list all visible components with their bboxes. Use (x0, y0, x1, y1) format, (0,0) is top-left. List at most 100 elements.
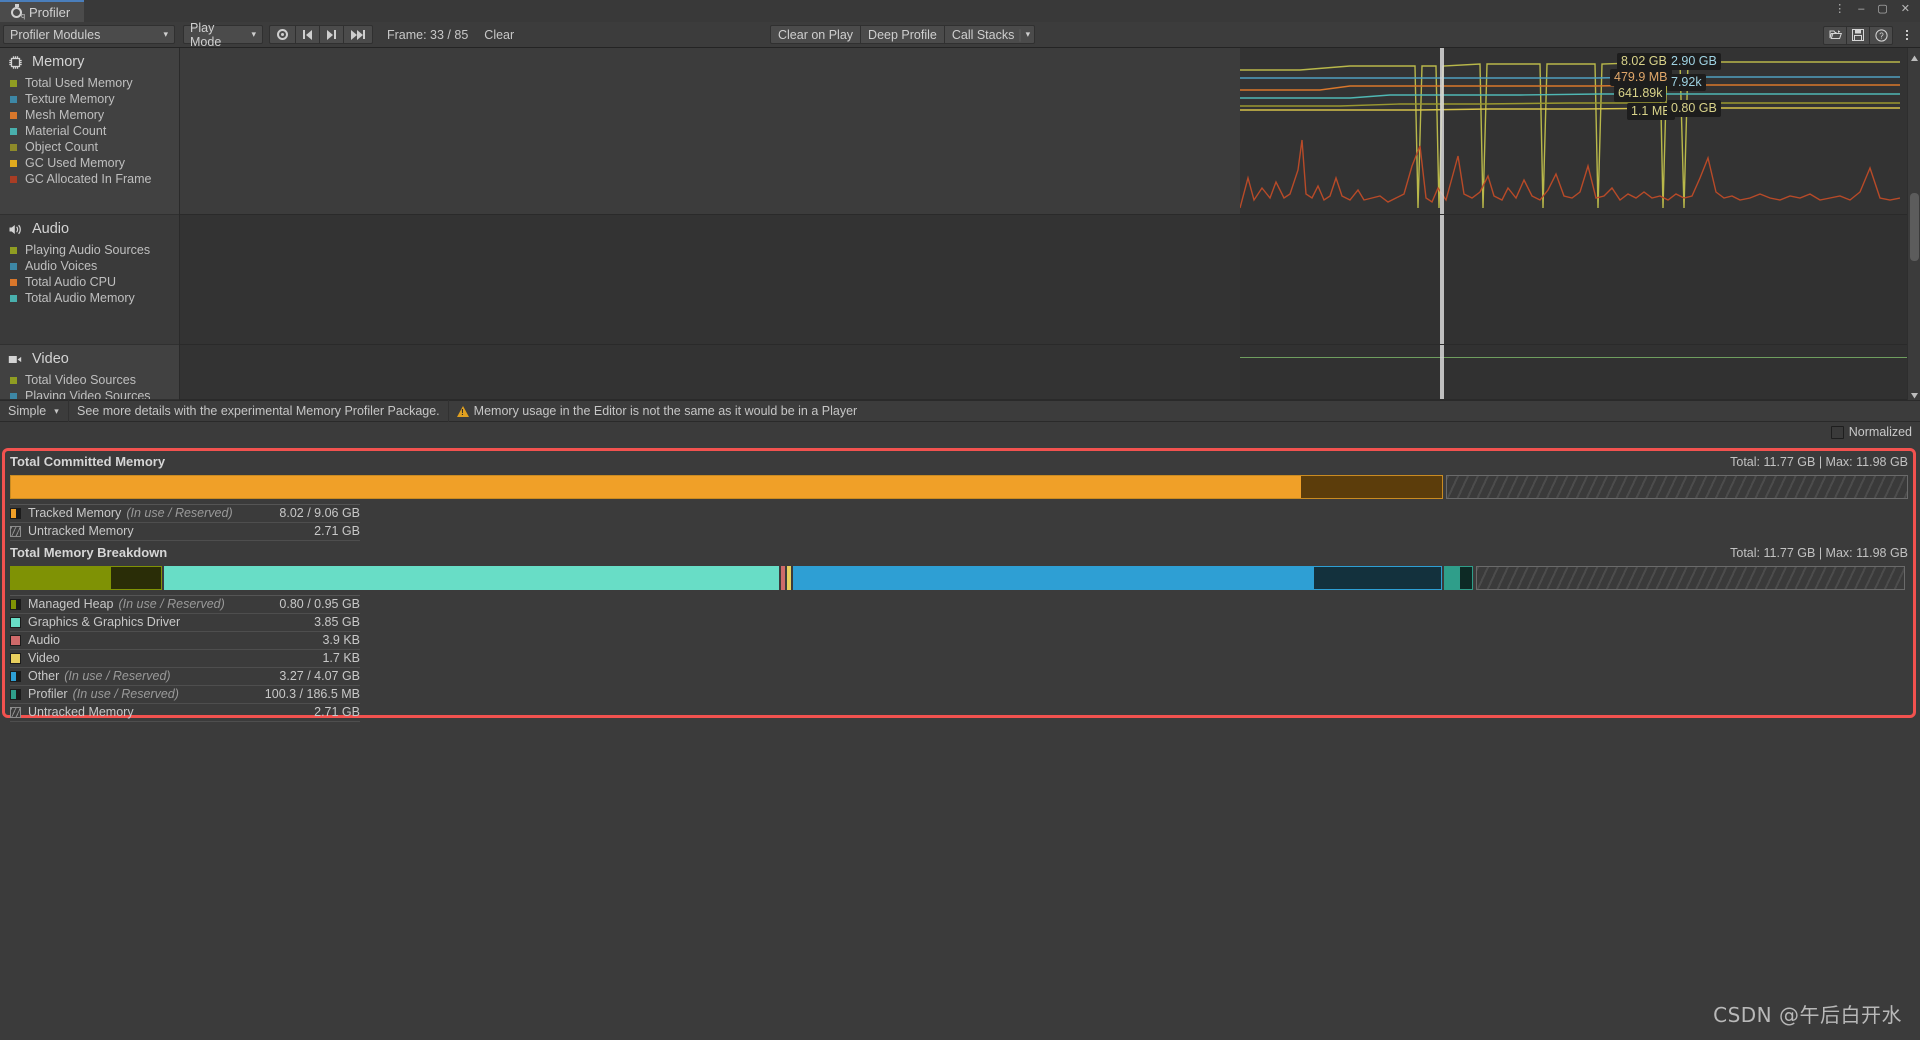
counter-gc-allocated-in-frame[interactable]: GC Allocated In Frame (0, 171, 179, 187)
color-swatch (10, 526, 21, 537)
window-minimize-button[interactable]: – (1858, 3, 1864, 15)
color-swatch (10, 689, 21, 700)
frame-playhead[interactable] (1440, 345, 1444, 399)
bar-segment-untracked-memory[interactable] (1476, 566, 1905, 590)
window-close-button[interactable]: ✕ (1901, 3, 1910, 15)
profiler-modules-dropdown[interactable]: Profiler Modules ▾ (3, 25, 175, 44)
committed-total: Total: 11.77 GB | Max: 11.98 GB (1730, 455, 1908, 469)
bar-segment-audio[interactable] (781, 566, 785, 590)
color-swatch (10, 80, 17, 87)
module-video[interactable]: Video Total Video Sources Playing Video … (0, 345, 179, 400)
normalized-toggle[interactable]: Normalized (1831, 425, 1912, 439)
tab-profiler[interactable]: q Profiler (0, 0, 84, 22)
legend-value: 8.02 / 9.06 GB (279, 505, 360, 522)
memory-chart[interactable]: 8.02 GB 2.90 GB 479.9 MB 7.92k 641.89k 1… (180, 48, 1920, 215)
help-icon[interactable]: ? (1869, 26, 1893, 45)
committed-memory-bar[interactable] (10, 475, 1908, 499)
frame-playhead[interactable] (1440, 215, 1444, 344)
tooltip-texture-memory: 2.90 GB (1667, 53, 1721, 70)
counter-total-used-memory[interactable]: Total Used Memory (0, 75, 179, 91)
bar-segment-graphics[interactable] (164, 566, 779, 590)
bar-fill-in-use (11, 476, 1301, 498)
color-swatch (10, 599, 21, 610)
counter-playing-audio-sources[interactable]: Playing Audio Sources (0, 242, 179, 258)
module-audio[interactable]: Audio Playing Audio Sources Audio Voices… (0, 215, 179, 345)
legend-label: Audio (28, 632, 60, 649)
memory-chart-plot (1240, 48, 1907, 214)
total-memory-breakdown-section: Total Memory Breakdown Total: 11.77 GB |… (10, 545, 1908, 722)
legend-row-graphics[interactable]: Graphics & Graphics Driver 3.85 GB (10, 614, 360, 631)
counter-material-count[interactable]: Material Count (0, 123, 179, 139)
color-swatch (10, 508, 21, 519)
legend-row-untracked-memory[interactable]: Untracked Memory 2.71 GB (10, 704, 360, 721)
color-swatch (10, 247, 17, 254)
previous-frame-button[interactable] (319, 25, 344, 44)
bar-segment-managed-heap[interactable] (10, 566, 162, 590)
deep-profile-toggle[interactable]: Deep Profile (860, 25, 945, 44)
window-menu-icon[interactable]: ⋮ (1834, 3, 1845, 15)
profiler-toolbar: Profiler Modules ▾ Play Mode ▾ (0, 22, 1920, 48)
clear-on-play-toggle[interactable]: Clear on Play (770, 25, 861, 44)
counter-playing-video-sources[interactable]: Playing Video Sources (0, 388, 179, 400)
tooltip-total-used-memory: 8.02 GB (1617, 53, 1671, 70)
clear-button[interactable]: Clear (476, 28, 522, 42)
legend-note: (In use / Reserved) (126, 505, 232, 522)
charts-vertical-scrollbar[interactable] (1907, 48, 1920, 400)
counter-gc-used-memory[interactable]: GC Used Memory (0, 155, 179, 171)
more-options-icon[interactable] (1898, 24, 1916, 46)
legend-row-tracked-memory[interactable]: Tracked Memory (In use / Reserved) 8.02 … (10, 505, 360, 522)
next-frame-button[interactable] (343, 25, 373, 44)
next-frame-icon (351, 30, 365, 40)
legend-note: (In use / Reserved) (118, 596, 224, 613)
video-chart[interactable] (180, 345, 1920, 400)
counter-object-count[interactable]: Object Count (0, 139, 179, 155)
scrollbar-thumb[interactable] (1910, 193, 1919, 261)
color-swatch (10, 263, 17, 270)
module-audio-header: Audio (0, 215, 179, 242)
counter-total-audio-cpu[interactable]: Total Audio CPU (0, 274, 179, 290)
window-maximize-button[interactable]: ▢ (1877, 3, 1887, 15)
scroll-down-icon[interactable] (1910, 388, 1919, 397)
counter-label: Total Audio Memory (25, 291, 135, 305)
first-frame-button[interactable] (295, 25, 320, 44)
counter-label: Playing Audio Sources (25, 243, 150, 257)
bar-segment-tracked-memory[interactable] (10, 475, 1443, 499)
module-memory-header: Memory (0, 48, 179, 75)
record-button[interactable] (269, 25, 296, 44)
color-swatch (10, 617, 21, 628)
counter-total-audio-memory[interactable]: Total Audio Memory (0, 290, 179, 306)
normalized-checkbox[interactable] (1831, 426, 1844, 439)
frame-playhead[interactable] (1440, 48, 1444, 214)
toolbar-right-icons: ? (1824, 22, 1916, 48)
legend-row-managed-heap[interactable]: Managed Heap (In use / Reserved) 0.80 / … (10, 596, 360, 613)
record-icon (277, 29, 288, 40)
counter-texture-memory[interactable]: Texture Memory (0, 91, 179, 107)
stopwatch-icon: q (10, 5, 24, 19)
counter-label: Mesh Memory (25, 108, 104, 122)
counter-mesh-memory[interactable]: Mesh Memory (0, 107, 179, 123)
play-mode-dropdown[interactable]: Play Mode ▾ (183, 25, 263, 44)
legend-row-other[interactable]: Other (In use / Reserved) 3.27 / 4.07 GB (10, 668, 360, 685)
audio-chart[interactable] (180, 215, 1920, 345)
legend-row-untracked-memory[interactable]: Untracked Memory 2.71 GB (10, 523, 360, 540)
bar-segment-untracked-memory[interactable] (1446, 475, 1908, 499)
counter-label: Material Count (25, 124, 106, 138)
watermark: CSDN @午后白开水 (1713, 999, 1902, 1028)
legend-row-video[interactable]: Video 1.7 KB (10, 650, 360, 667)
memory-breakdown-bar[interactable] (10, 566, 1908, 590)
bar-segment-profiler[interactable] (1444, 566, 1472, 590)
legend-row-profiler[interactable]: Profiler (In use / Reserved) 100.3 / 186… (10, 686, 360, 703)
counter-audio-voices[interactable]: Audio Voices (0, 258, 179, 274)
view-mode-dropdown[interactable]: Simple ▾ (0, 400, 68, 422)
counter-total-video-sources[interactable]: Total Video Sources (0, 372, 179, 388)
load-profile-icon[interactable] (1823, 26, 1847, 45)
call-stacks-dropdown[interactable]: Call Stacks | ▾ (944, 25, 1035, 44)
module-memory[interactable]: Memory Total Used Memory Texture Memory … (0, 48, 179, 215)
bar-segment-video[interactable] (787, 566, 791, 590)
color-swatch (10, 671, 21, 682)
save-profile-icon[interactable] (1846, 26, 1870, 45)
call-stacks-label: Call Stacks (952, 28, 1015, 42)
scroll-up-icon[interactable] (1910, 51, 1919, 60)
bar-segment-other[interactable] (793, 566, 1442, 590)
legend-row-audio[interactable]: Audio 3.9 KB (10, 632, 360, 649)
